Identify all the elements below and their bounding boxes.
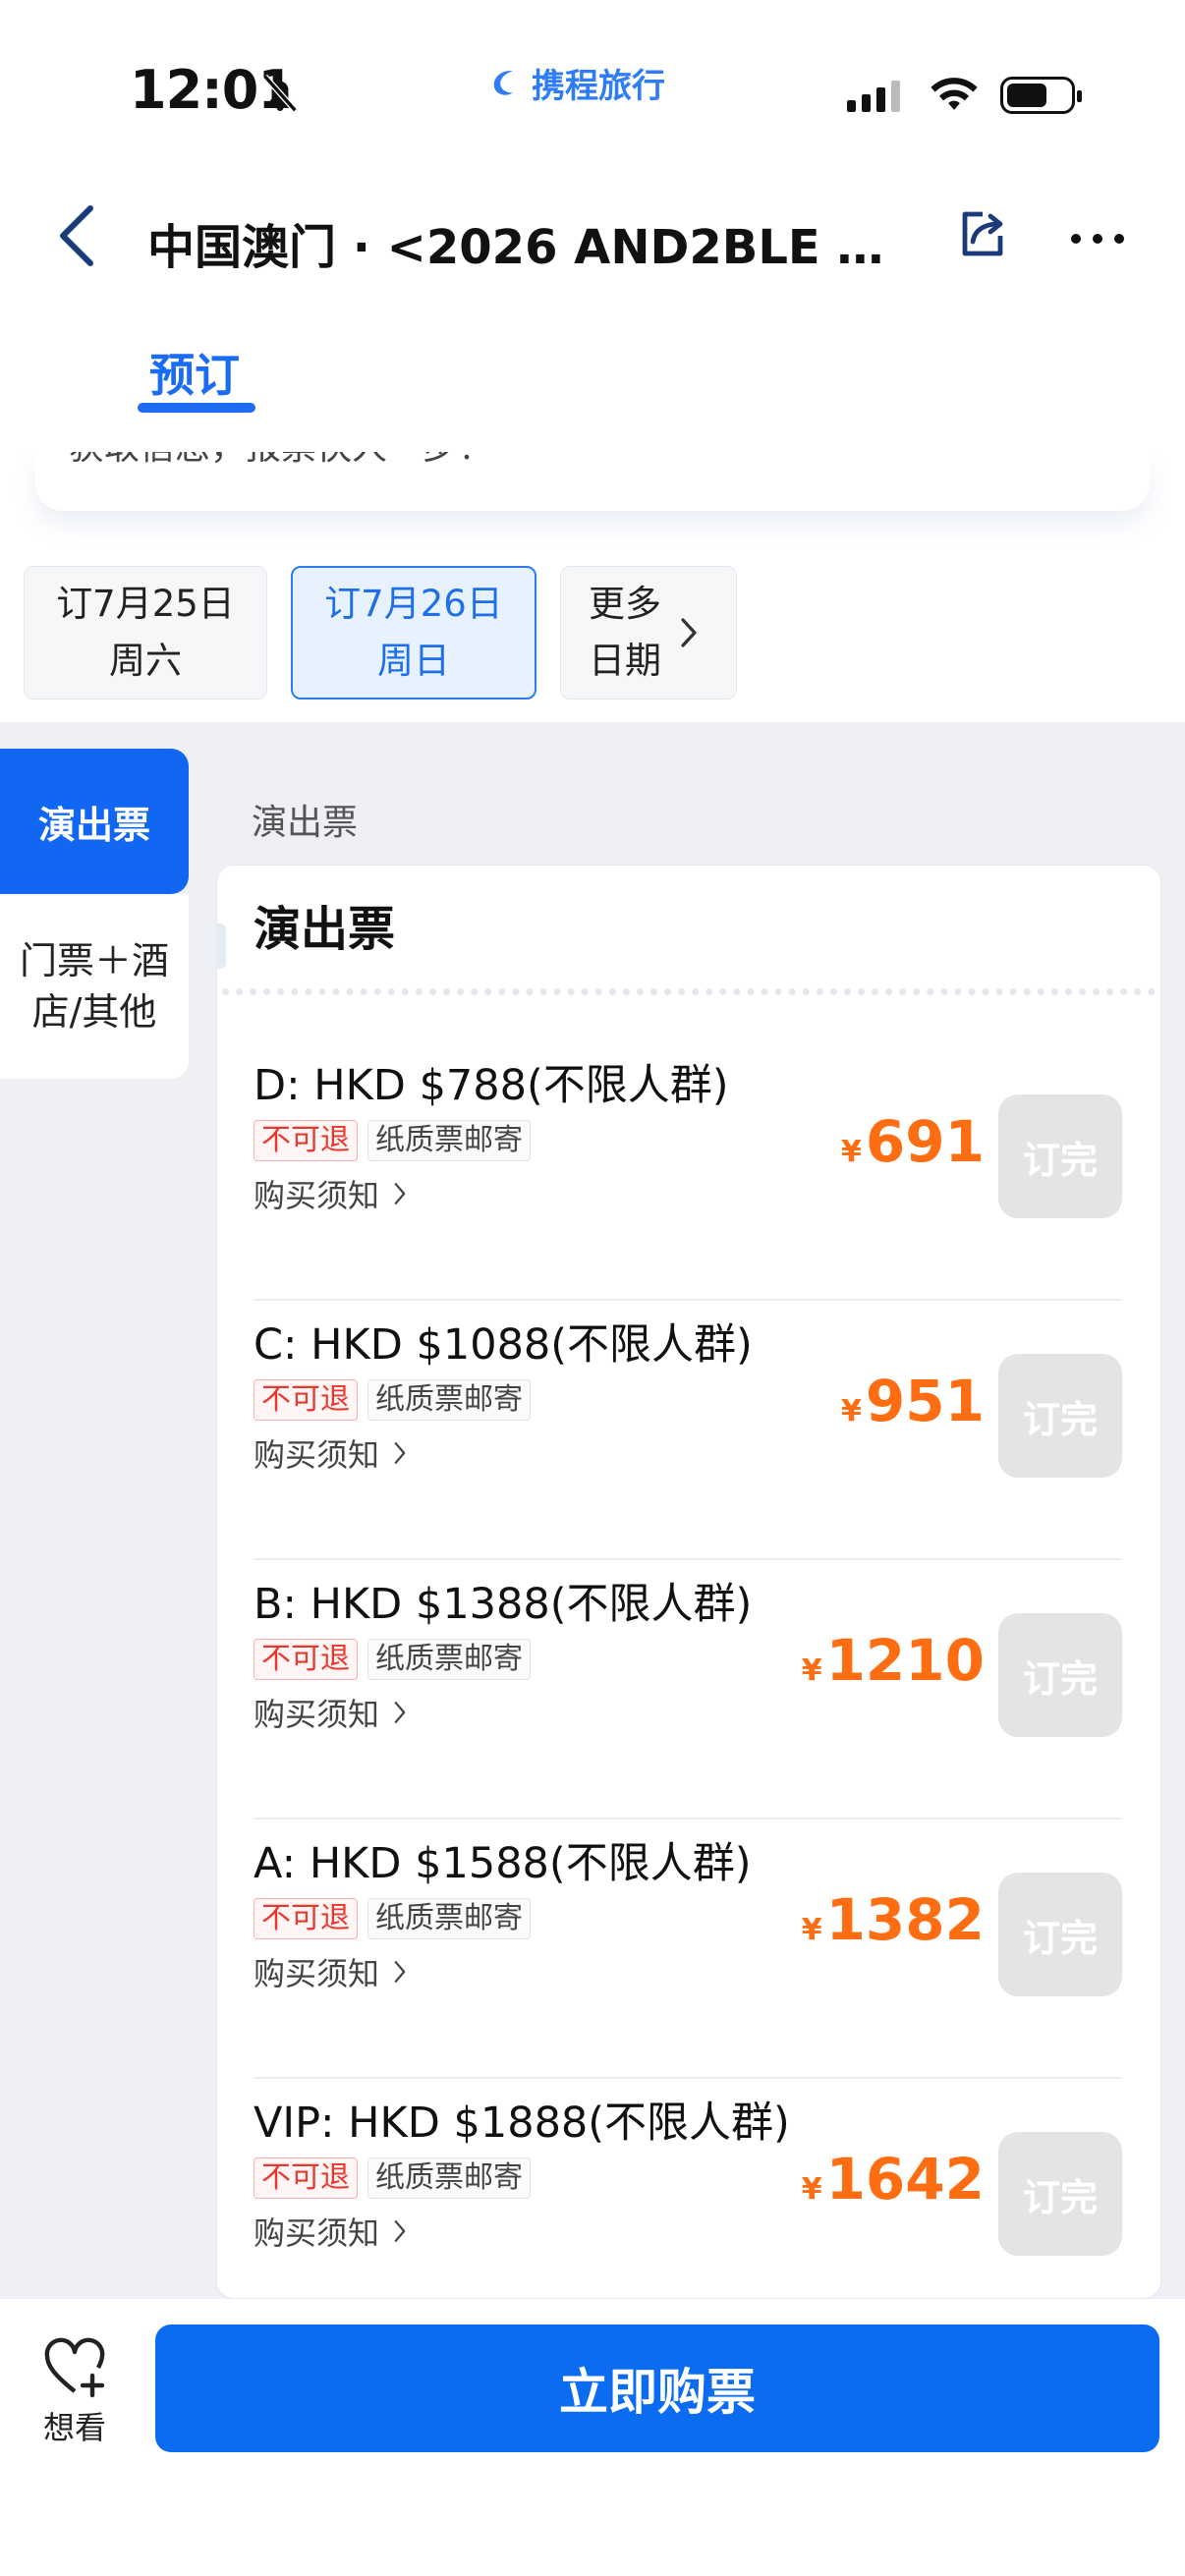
ticket-row-a: A: HKD $1588(不限人群) 不可退 纸质票邮寄 购买须知 ¥ 1382…	[254, 1820, 1122, 2079]
ticket-price: ¥ 1210	[802, 1627, 985, 1694]
tag-non-refundable: 不可退	[254, 1898, 358, 1939]
brand-logo: 携程旅行	[486, 59, 665, 107]
heart-plus-icon[interactable]	[43, 2336, 112, 2399]
price-value: 951	[865, 1368, 985, 1434]
tag-paper-ticket: 纸质票邮寄	[367, 1639, 531, 1680]
ticket-name: B: HKD $1388(不限人群)	[254, 1580, 753, 1629]
date-chip-weekday: 周六	[109, 640, 182, 682]
buy-now-button[interactable]: 立即购票	[155, 2324, 1159, 2452]
price-currency: ¥	[801, 2172, 822, 2207]
ticket-price: ¥ 951	[841, 1368, 985, 1434]
date-chip-weekday: 周日	[377, 640, 450, 682]
chevron-right-icon	[394, 1702, 406, 1723]
more-dates-line1: 更多	[589, 583, 661, 625]
price-value: 691	[865, 1108, 985, 1175]
chevron-right-icon	[681, 618, 697, 647]
header-mask	[0, 424, 1185, 452]
purchase-notice-link[interactable]: 购买须知	[254, 2209, 407, 2254]
tag-paper-ticket: 纸质票邮寄	[367, 1379, 531, 1421]
chevron-right-icon	[394, 2220, 406, 2242]
tab-indicator	[138, 403, 255, 413]
purchase-notice-label: 购买须知	[254, 1436, 380, 1474]
card-title: 演出票	[254, 902, 396, 957]
dotted-divider	[222, 988, 1156, 995]
purchase-notice-link[interactable]: 购买须知	[254, 1430, 407, 1476]
share-icon[interactable]	[955, 206, 1010, 261]
sold-out-button[interactable]: 订完	[998, 1873, 1122, 1996]
chevron-right-icon	[394, 1961, 406, 1983]
brand-name: 携程旅行	[532, 67, 665, 106]
purchase-notice-link[interactable]: 购买须知	[254, 1171, 407, 1216]
date-chip-date: 订7月25日	[56, 583, 235, 625]
tag-paper-ticket: 纸质票邮寄	[367, 1898, 531, 1939]
chevron-right-icon	[394, 1183, 406, 1204]
category-tab-show-tickets[interactable]: 演出票	[0, 749, 189, 894]
price-currency: ¥	[841, 1135, 862, 1169]
tag-non-refundable: 不可退	[254, 1379, 358, 1421]
ticket-price: ¥ 1382	[802, 1886, 985, 1953]
more-icon[interactable]	[1071, 234, 1124, 244]
tab-booking[interactable]: 预订	[149, 340, 240, 405]
back-arrow-icon[interactable]	[55, 204, 98, 267]
ticket-price: ¥ 1642	[802, 2146, 985, 2212]
price-value: 1642	[825, 2146, 985, 2212]
brand-logo-icon	[493, 70, 513, 95]
battery-icon	[1000, 77, 1082, 114]
tag-non-refundable: 不可退	[254, 1639, 358, 1680]
card-accent	[216, 924, 226, 969]
date-chip-jul25[interactable]: 订7月25日 周六	[24, 566, 267, 700]
ticket-name: A: HKD $1588(不限人群)	[254, 1839, 752, 1888]
date-chip-date: 订7月26日	[324, 583, 503, 625]
wifi-icon	[931, 78, 978, 110]
purchase-notice-label: 购买须知	[254, 1177, 380, 1214]
category-tab-label: 门票＋酒 店/其他	[19, 939, 169, 1034]
purchase-notice-link[interactable]: 购买须知	[254, 1949, 407, 1994]
ticket-name: D: HKD $788(不限人群)	[254, 1061, 729, 1110]
category-tab-package[interactable]: 门票＋酒 店/其他	[0, 894, 189, 1079]
ticket-name: VIP: HKD $1888(不限人群)	[254, 2099, 790, 2148]
date-chip-jul26[interactable]: 订7月26日 周日	[291, 566, 536, 700]
ticket-row-c: C: HKD $1088(不限人群) 不可退 纸质票邮寄 购买须知 ¥ 951 …	[254, 1301, 1122, 1560]
ticket-price: ¥ 691	[841, 1108, 985, 1175]
sold-out-button[interactable]: 订完	[998, 1354, 1122, 1478]
page-title: 中国澳门 · <2026 AND2BLE SH...	[147, 220, 914, 275]
price-value: 1210	[825, 1627, 985, 1694]
purchase-notice-label: 购买须知	[254, 2214, 380, 2252]
sold-out-button[interactable]: 订完	[998, 1094, 1122, 1218]
purchase-notice-link[interactable]: 购买须知	[254, 1690, 407, 1735]
price-currency: ¥	[801, 1653, 822, 1688]
tag-non-refundable: 不可退	[254, 1120, 358, 1161]
tag-paper-ticket: 纸质票邮寄	[367, 2157, 531, 2199]
signal-icon	[847, 81, 900, 112]
ticket-name: C: HKD $1088(不限人群)	[254, 1320, 753, 1370]
more-dates-line2: 日期	[589, 640, 661, 682]
wishlist-label[interactable]: 想看	[43, 2403, 106, 2448]
sold-out-button[interactable]: 订完	[998, 1613, 1122, 1737]
section-label: 演出票	[252, 803, 359, 843]
bell-slash-icon	[262, 74, 298, 113]
price-currency: ¥	[801, 1913, 822, 1947]
tag-non-refundable: 不可退	[254, 2157, 358, 2199]
price-value: 1382	[825, 1886, 985, 1953]
price-currency: ¥	[841, 1394, 862, 1428]
sold-out-button[interactable]: 订完	[998, 2132, 1122, 2256]
more-dates-chip[interactable]: 更多 日期	[560, 566, 737, 700]
ticket-row-d: D: HKD $788(不限人群) 不可退 纸质票邮寄 购买须知 ¥ 691 订…	[254, 1041, 1122, 1301]
purchase-notice-label: 购买须知	[254, 1696, 380, 1733]
tag-paper-ticket: 纸质票邮寄	[367, 1120, 531, 1161]
chevron-right-icon	[394, 1442, 406, 1464]
ticket-row-b: B: HKD $1388(不限人群) 不可退 纸质票邮寄 购买须知 ¥ 1210…	[254, 1560, 1122, 1820]
purchase-notice-label: 购买须知	[254, 1955, 380, 1992]
